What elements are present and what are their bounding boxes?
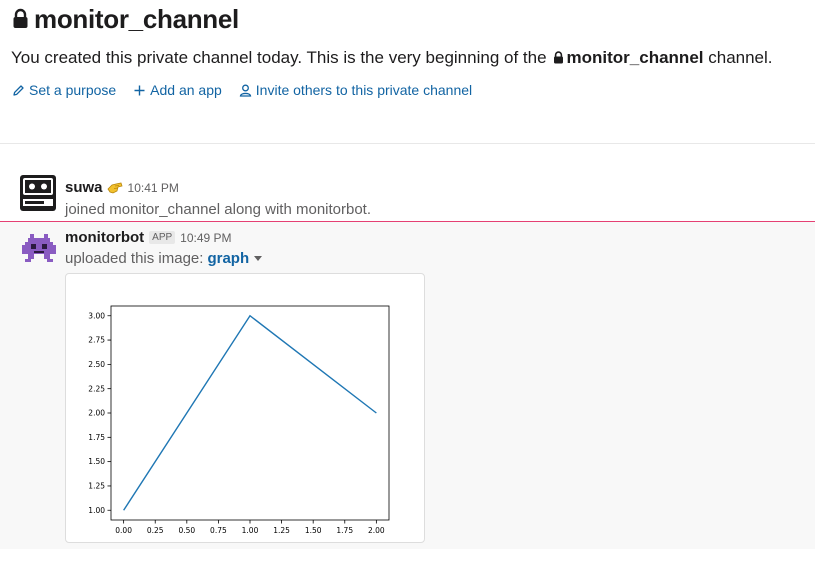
channel-header: monitor_channel xyxy=(12,4,812,34)
author-name[interactable]: suwa xyxy=(65,179,103,196)
line-chart: 0.00 0.25 0.50 0.75 1.00 1.25 1.50 1.75 2.00 1.00… xyxy=(88,305,390,535)
x-tick-label: 1.50 xyxy=(305,526,322,535)
y-tick-label: 1.00 xyxy=(88,506,105,515)
y-tick-label: 1.75 xyxy=(88,433,105,442)
message-text: uploaded this image: graph xyxy=(65,250,263,267)
intro-prefix: You created this private channel today. … xyxy=(11,48,547,67)
channel-actions: Set a purpose Add an app Invite others t… xyxy=(12,82,472,98)
add-app-label: Add an app xyxy=(150,82,222,98)
set-purpose-label: Set a purpose xyxy=(29,82,117,98)
chevron-down-icon[interactable] xyxy=(254,256,263,261)
image-attachment[interactable]: 0.00 0.25 0.50 0.75 1.00 1.25 1.50 1.75 2.00 1.00… xyxy=(65,273,425,543)
lock-icon xyxy=(12,8,29,30)
author-name[interactable]: monitorbot xyxy=(65,229,144,246)
y-tick-label: 1.50 xyxy=(88,457,105,466)
avatar[interactable] xyxy=(20,175,56,211)
app-badge: APP xyxy=(149,231,176,244)
add-app-button[interactable]: Add an app xyxy=(133,82,222,98)
x-tick-label: 0.25 xyxy=(147,526,164,535)
y-tick-label: 2.75 xyxy=(88,336,105,345)
plot-frame xyxy=(110,305,390,521)
set-purpose-button[interactable]: Set a purpose xyxy=(12,82,116,98)
intro-channel-link[interactable]: monitor_channel xyxy=(567,48,704,67)
x-tick-label: 2.00 xyxy=(368,526,385,535)
emoji-status-icon xyxy=(107,181,123,195)
lock-icon xyxy=(553,49,564,64)
channel-title: monitor_channel xyxy=(34,3,239,34)
channel-intro: You created this private channel today. … xyxy=(11,48,773,68)
file-name-link[interactable]: graph xyxy=(207,250,249,267)
divider xyxy=(0,143,815,144)
x-tick-label: 1.00 xyxy=(242,526,259,535)
intro-suffix: channel. xyxy=(708,48,773,67)
y-tick-label: 2.25 xyxy=(88,384,105,393)
plus-icon xyxy=(133,84,146,97)
person-icon xyxy=(239,84,252,97)
invite-button[interactable]: Invite others to this private channel xyxy=(239,82,472,98)
y-tick-label: 1.25 xyxy=(88,482,105,491)
timestamp[interactable]: 10:49 PM xyxy=(180,231,231,245)
bot-avatar[interactable] xyxy=(22,232,56,264)
message-text: joined monitor_channel along with monito… xyxy=(65,201,372,218)
pencil-icon xyxy=(12,84,25,97)
upload-text: uploaded this image: xyxy=(65,250,204,267)
timestamp[interactable]: 10:41 PM xyxy=(128,181,179,195)
y-tick-label: 3.00 xyxy=(88,311,105,320)
x-tick-label: 0.00 xyxy=(115,526,132,535)
y-tick-label: 2.00 xyxy=(88,409,105,418)
message-header: monitorbot APP 10:49 PM xyxy=(65,229,232,246)
message-header: suwa 10:41 PM xyxy=(65,179,179,196)
x-tick-label: 0.75 xyxy=(210,526,227,535)
x-tick-label: 1.25 xyxy=(273,526,290,535)
x-tick-label: 0.50 xyxy=(178,526,195,535)
y-tick-label: 2.50 xyxy=(88,360,105,369)
x-tick-label: 1.75 xyxy=(336,526,353,535)
invite-label: Invite others to this private channel xyxy=(255,82,473,98)
